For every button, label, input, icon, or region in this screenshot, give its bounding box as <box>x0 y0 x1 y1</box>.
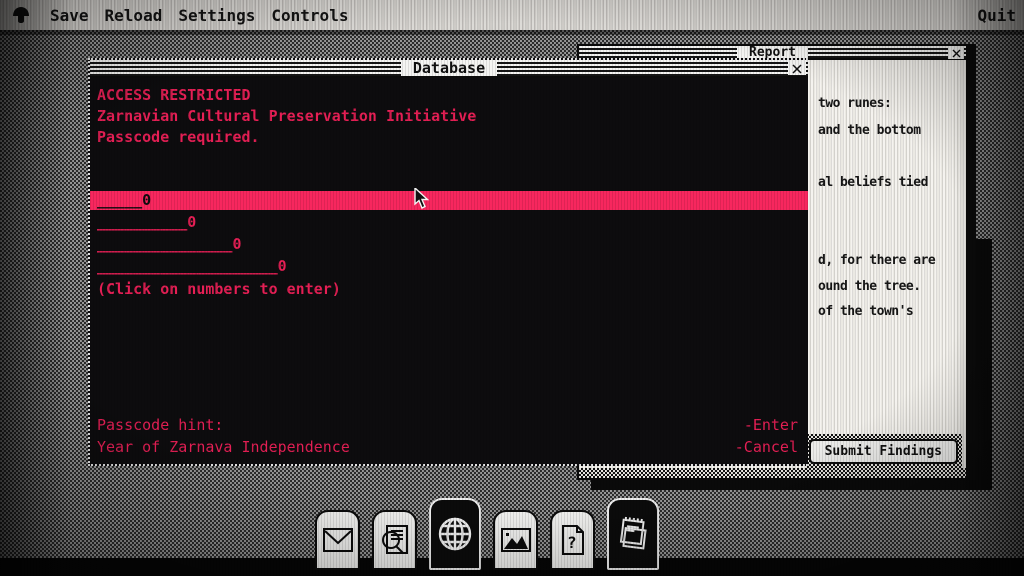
mail-icon[interactable] <box>315 510 360 570</box>
database-close-icon[interactable] <box>788 62 806 75</box>
passcode-digit-row-2[interactable]: __________0 <box>90 213 808 232</box>
menu-item-quit[interactable]: Quit <box>977 6 1016 25</box>
database-window: Database ACCESS RESTRICTED Zarnavian Cul… <box>88 58 808 466</box>
help-icon[interactable]: ? <box>550 510 595 570</box>
menu-item-settings[interactable]: Settings <box>178 6 255 25</box>
report-text-line: ound the tree. <box>818 279 921 294</box>
passcode-digit-row-1[interactable]: _____0 <box>90 191 808 210</box>
database-window-title: Database <box>401 61 497 76</box>
cancel-action[interactable]: -Cancel <box>735 436 798 458</box>
mushroom-menu-icon[interactable] <box>10 5 34 25</box>
report-text-line: d, for there are <box>818 253 935 268</box>
passcode-required-text: Passcode required. <box>97 127 808 148</box>
report-window-shadow <box>591 478 992 490</box>
initiative-name: Zarnavian Cultural Preservation Initiati… <box>97 106 808 127</box>
notes-icon[interactable] <box>607 498 659 570</box>
examine-icon[interactable] <box>372 510 417 570</box>
submit-findings-frame: Submit Findings <box>805 434 962 468</box>
submit-findings-button[interactable]: Submit Findings <box>809 439 958 464</box>
report-close-icon[interactable] <box>948 47 964 59</box>
passcode-instruction: (Click on numbers to enter) <box>90 279 808 300</box>
svg-text:?: ? <box>567 533 577 552</box>
report-footer-border <box>579 468 966 478</box>
database-content: ACCESS RESTRICTED Zarnavian Cultural Pre… <box>90 80 808 464</box>
passcode-digit-rows: _____0 __________0 _______________0 ____… <box>90 191 808 276</box>
enter-action[interactable]: -Enter <box>735 414 798 436</box>
menu-item-save[interactable]: Save <box>50 6 89 25</box>
report-text-line: two runes: <box>818 96 891 111</box>
passcode-digit-row-4[interactable]: ____________________0 <box>90 257 808 276</box>
passcode-hint-value: Year of Zarnava Independence <box>97 436 350 458</box>
report-text-line: al beliefs tied <box>818 175 928 190</box>
access-restricted-heading: ACCESS RESTRICTED <box>97 85 808 106</box>
menu-bar: Save Reload Settings Controls Quit <box>0 0 1024 30</box>
report-window-title: Report <box>737 46 808 59</box>
passcode-digit-row-3[interactable]: _______________0 <box>90 235 808 254</box>
menu-item-reload[interactable]: Reload <box>105 6 163 25</box>
images-icon[interactable] <box>493 510 538 570</box>
menu-item-controls[interactable]: Controls <box>271 6 348 25</box>
report-text-line: of the town's <box>818 304 913 319</box>
dock: ? <box>315 498 659 570</box>
passcode-hint-label: Passcode hint: <box>97 414 350 436</box>
database-globe-icon[interactable] <box>429 498 481 570</box>
database-titlebar[interactable]: Database <box>90 60 808 78</box>
report-text-line: and the bottom <box>818 123 921 138</box>
